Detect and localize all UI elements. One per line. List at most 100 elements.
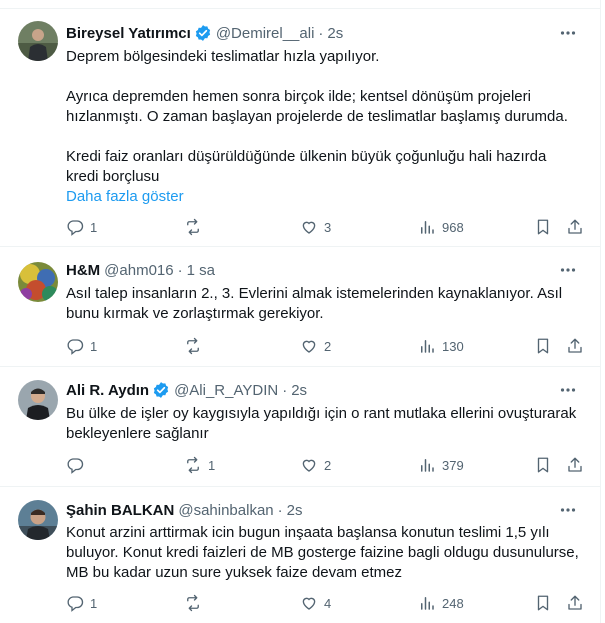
- view-count: 248: [442, 595, 464, 611]
- retweet-icon: [187, 218, 199, 236]
- bookmark-button[interactable]: [534, 593, 552, 613]
- view-count: 379: [442, 457, 464, 473]
- retweet-icon: [187, 456, 199, 474]
- heart-icon: [302, 340, 316, 353]
- like-button[interactable]: 4: [300, 593, 331, 613]
- retweet-count: 1: [208, 457, 216, 473]
- tweet[interactable]: Şahin BALKAN @sahinbalkan · 2s Konut arz…: [0, 488, 600, 623]
- analytics-bars-icon: [421, 340, 434, 353]
- timeline-feed: Bireysel Yatırımcı @Demirel__ali · 2s De…: [0, 0, 605, 623]
- avatar-photo-icon: [18, 380, 58, 420]
- reply-button[interactable]: 1: [66, 217, 97, 237]
- retweet-button[interactable]: [184, 217, 208, 237]
- tweet-actions: 1 2 379: [66, 455, 586, 475]
- bookmark-icon: [537, 338, 549, 354]
- more-dots-icon: [560, 508, 576, 512]
- heart-icon: [302, 459, 316, 472]
- bookmark-icon: [537, 595, 549, 611]
- retweet-button[interactable]: [184, 593, 208, 613]
- like-button[interactable]: 3: [300, 217, 331, 237]
- share-button[interactable]: [566, 455, 584, 475]
- share-button[interactable]: [566, 217, 584, 237]
- tweet-text: Bu ülke de işler oy kaygısıyla yapıldığı…: [66, 404, 581, 444]
- user-handle[interactable]: @Ali_R_AYDIN: [174, 382, 278, 399]
- user-handle[interactable]: @sahinbalkan: [178, 502, 273, 519]
- tweet-body: Bu ülke de işler oy kaygısıyla yapıldığı…: [66, 405, 577, 442]
- retweet-button[interactable]: 1: [184, 455, 215, 475]
- user-handle[interactable]: @ahm016: [104, 262, 173, 279]
- avatar[interactable]: [18, 21, 58, 61]
- timestamp[interactable]: 1 sa: [187, 262, 215, 279]
- bookmark-button[interactable]: [534, 455, 552, 475]
- like-button[interactable]: 2: [300, 455, 331, 475]
- views-button[interactable]: 968: [418, 217, 464, 237]
- bookmark-button[interactable]: [534, 336, 552, 356]
- timestamp[interactable]: 2s: [287, 502, 303, 519]
- reply-button[interactable]: [66, 455, 90, 475]
- tweet-text: Konut arzini arttirmak icin bugun inşaat…: [66, 523, 581, 583]
- verified-badge-icon: [195, 25, 210, 41]
- reply-button[interactable]: 1: [66, 593, 97, 613]
- view-count: 130: [442, 338, 464, 354]
- tweet-actions: 1 3 968: [66, 217, 586, 237]
- more-options-button[interactable]: [558, 23, 578, 43]
- tweet-header: H&M @ahm016 · 1 sa: [66, 260, 215, 280]
- like-count: 4: [324, 595, 332, 611]
- views-button[interactable]: 130: [418, 336, 464, 356]
- column-border: [600, 0, 601, 623]
- views-button[interactable]: 379: [418, 455, 464, 475]
- bookmark-icon: [537, 457, 549, 473]
- avatar[interactable]: [18, 380, 58, 420]
- display-name[interactable]: Şahin BALKAN: [66, 502, 174, 519]
- reply-count: 1: [90, 219, 98, 235]
- separator-dot: ·: [177, 261, 183, 279]
- more-options-button[interactable]: [558, 380, 578, 400]
- reply-icon: [67, 458, 84, 474]
- tweet-body: Asıl talep insanların 2., 3. Evlerini al…: [66, 285, 563, 322]
- display-name[interactable]: Bireysel Yatırımcı: [66, 25, 191, 42]
- timestamp[interactable]: 2s: [327, 25, 343, 42]
- avatar[interactable]: [18, 500, 58, 540]
- retweet-icon: [187, 337, 199, 355]
- display-name[interactable]: Ali R. Aydın: [66, 382, 149, 399]
- tweet[interactable]: H&M @ahm016 · 1 sa Asıl talep insanların…: [0, 248, 600, 367]
- retweet-button[interactable]: [184, 336, 208, 356]
- tweet-actions: 1 2 130: [66, 336, 586, 356]
- bookmark-button[interactable]: [534, 217, 552, 237]
- bookmark-icon: [537, 219, 549, 235]
- display-name[interactable]: H&M: [66, 262, 100, 279]
- tweet[interactable]: Ali R. Aydın @Ali_R_AYDIN · 2s Bu ülke d…: [0, 368, 600, 487]
- tweet-header: Ali R. Aydın @Ali_R_AYDIN · 2s: [66, 380, 307, 400]
- show-more-link[interactable]: Daha fazla göster: [66, 187, 581, 207]
- tweet-body: Konut arzini arttirmak icin bugun inşaat…: [66, 524, 579, 581]
- reply-count: 1: [90, 338, 98, 354]
- more-options-button[interactable]: [558, 260, 578, 280]
- timestamp[interactable]: 2s: [291, 382, 307, 399]
- more-dots-icon: [560, 31, 576, 35]
- tweet[interactable]: Bireysel Yatırımcı @Demirel__ali · 2s De…: [0, 9, 600, 247]
- tweet-text: Asıl talep insanların 2., 3. Evlerini al…: [66, 284, 581, 324]
- user-handle[interactable]: @Demirel__ali: [216, 25, 315, 42]
- more-dots-icon: [560, 388, 576, 392]
- more-dots-icon: [560, 268, 576, 272]
- share-button[interactable]: [566, 336, 584, 356]
- analytics-bars-icon: [421, 221, 434, 234]
- reply-button[interactable]: 1: [66, 336, 97, 356]
- avatar-photo-icon: [18, 262, 58, 302]
- reply-icon: [67, 596, 84, 612]
- like-count: 2: [324, 338, 332, 354]
- views-button[interactable]: 248: [418, 593, 464, 613]
- view-count: 968: [442, 219, 464, 235]
- avatar[interactable]: [18, 262, 58, 302]
- separator-dot: ·: [318, 24, 324, 42]
- analytics-bars-icon: [421, 597, 434, 610]
- tweet-header: Şahin BALKAN @sahinbalkan · 2s: [66, 500, 302, 520]
- reply-count: 1: [90, 595, 98, 611]
- share-button[interactable]: [566, 593, 584, 613]
- more-options-button[interactable]: [558, 500, 578, 520]
- share-icon: [568, 457, 582, 472]
- like-button[interactable]: 2: [300, 336, 331, 356]
- like-count: 2: [324, 457, 332, 473]
- share-icon: [568, 338, 582, 353]
- reply-icon: [67, 339, 84, 355]
